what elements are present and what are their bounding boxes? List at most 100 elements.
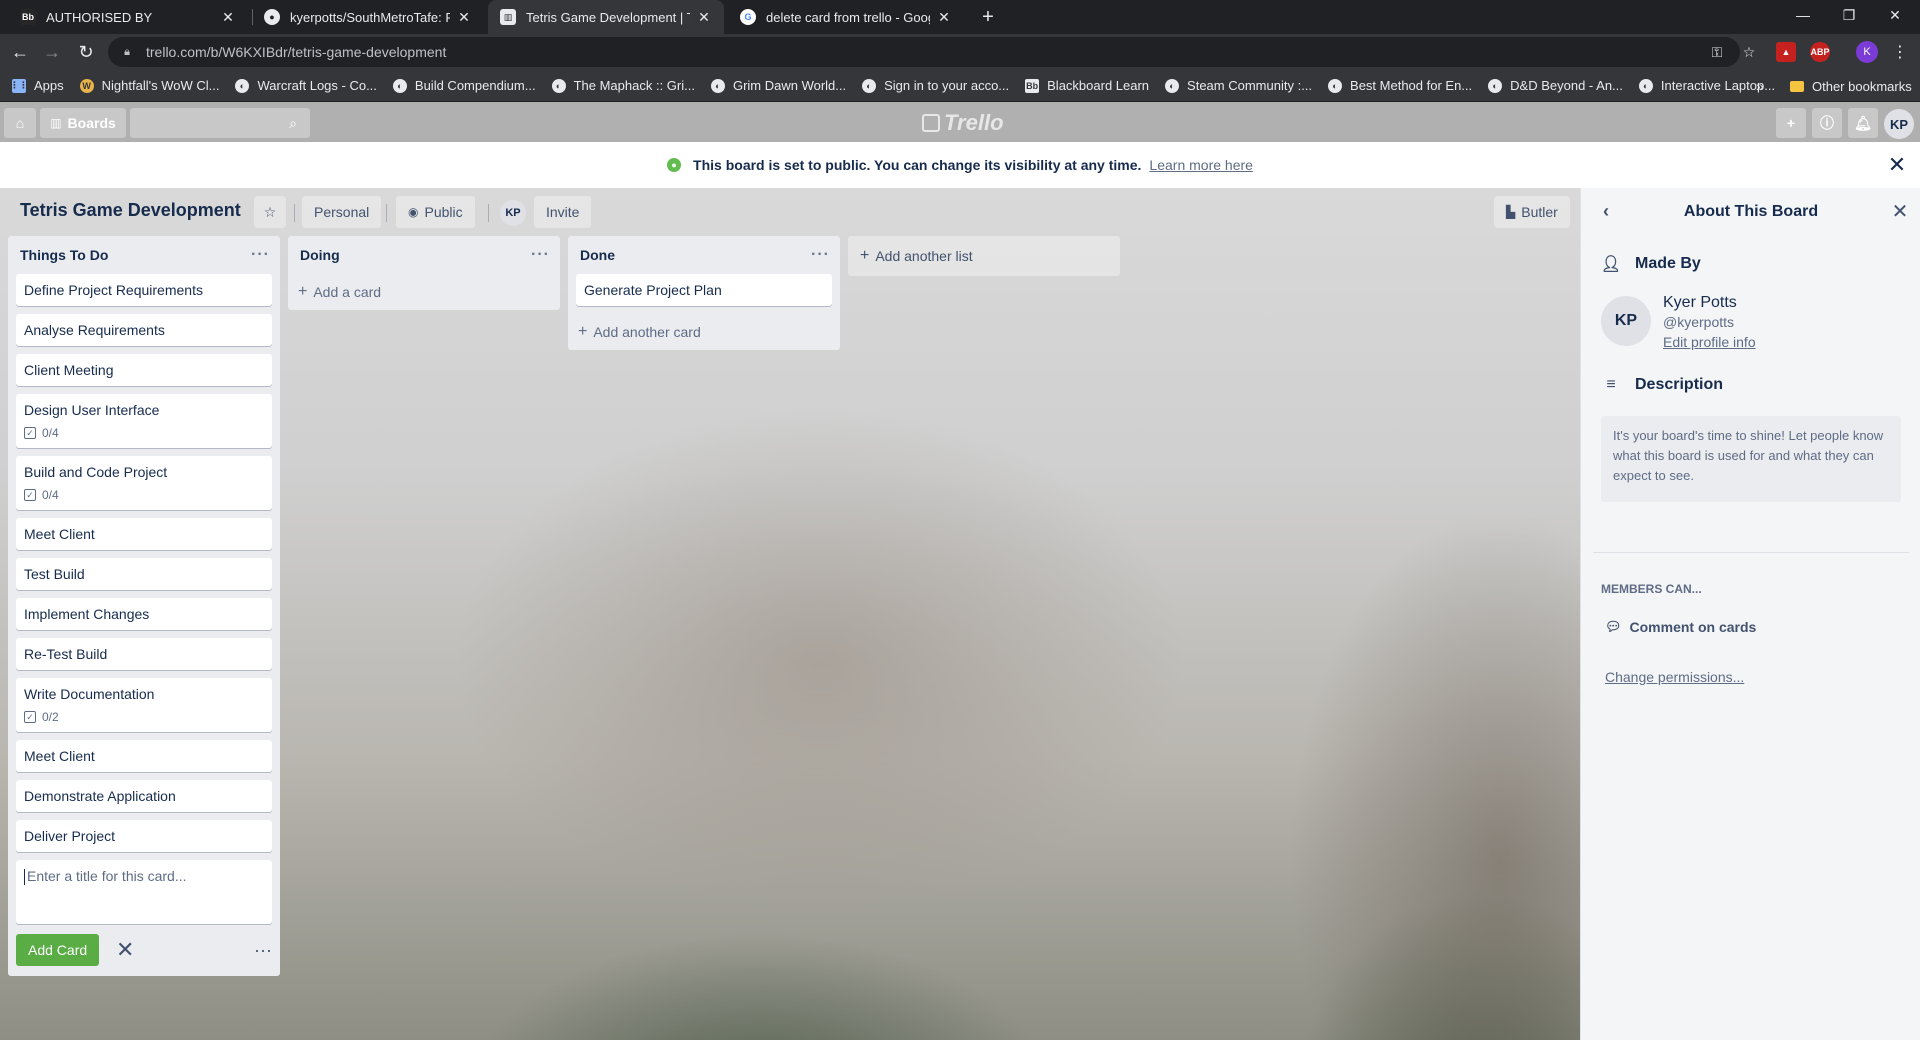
board-title[interactable]: Tetris Game Development bbox=[20, 200, 241, 221]
add-list-button[interactable]: + Add another list bbox=[848, 236, 1120, 276]
board-member-avatar[interactable]: KP bbox=[500, 200, 526, 226]
profile-avatar[interactable]: K bbox=[1856, 41, 1878, 63]
add-card-button[interactable]: Add Card bbox=[16, 934, 100, 966]
bookmark-item[interactable]: Bb Blackboard Learn bbox=[1025, 78, 1149, 93]
bookmarks-overflow-button[interactable]: » bbox=[1756, 78, 1764, 94]
butler-button[interactable]: ▙ Butler bbox=[1494, 196, 1570, 228]
composer-options-icon[interactable]: ··· bbox=[254, 940, 272, 961]
card-title: Deliver Project bbox=[24, 828, 116, 844]
new-tab-icon[interactable]: + bbox=[976, 5, 1000, 29]
pdf-extension-icon[interactable]: ▲ bbox=[1776, 42, 1796, 62]
bookmark-item[interactable]: ◐ Sign in to your acco... bbox=[862, 78, 1009, 93]
apps-grid-icon: ⋮⋮ bbox=[10, 78, 28, 93]
bookmark-favicon-icon: ◐ bbox=[1638, 78, 1653, 93]
card[interactable]: Demonstrate Application bbox=[16, 780, 272, 812]
close-tab-icon[interactable]: ✕ bbox=[936, 9, 952, 25]
card[interactable]: Define Project Requirements bbox=[16, 274, 272, 306]
learn-more-link[interactable]: Learn more here bbox=[1149, 157, 1253, 173]
close-tab-icon[interactable]: ✕ bbox=[220, 9, 236, 25]
invite-button[interactable]: Invite bbox=[534, 196, 592, 228]
star-board-icon[interactable]: ☆ bbox=[254, 196, 286, 228]
card[interactable]: Implement Changes bbox=[16, 598, 272, 630]
bookmark-label: Sign in to your acco... bbox=[884, 78, 1010, 93]
card[interactable]: Write Documentation ✓ 0/2 bbox=[16, 678, 272, 732]
address-bar[interactable]: 🔒︎ trello.com/b/W6KXIBdr/tetris-game-dev… bbox=[108, 37, 1740, 67]
bookmark-star-icon[interactable]: ☆ bbox=[1738, 42, 1760, 62]
back-chevron-icon[interactable]: ‹ bbox=[1595, 200, 1617, 222]
boards-button[interactable]: ▥ Boards bbox=[40, 108, 126, 138]
forward-arrow-icon[interactable]: → bbox=[38, 38, 66, 66]
tab-title: delete card from trello - Google bbox=[766, 9, 930, 25]
card[interactable]: Generate Project Plan bbox=[576, 274, 832, 306]
add-card-button[interactable]: + Add another card bbox=[568, 314, 840, 350]
description-box[interactable]: It's your board's time to shine! Let peo… bbox=[1601, 416, 1901, 502]
browser-tab-authorised[interactable]: Bb AUTHORISED BY ✕ bbox=[8, 0, 248, 34]
bookmark-label: Apps bbox=[34, 78, 64, 93]
browser-tab-github[interactable]: ● kyerpotts/SouthMetroTafe: Repo ✕ bbox=[252, 0, 484, 34]
edit-profile-link[interactable]: Edit profile info bbox=[1663, 334, 1756, 350]
bookmark-item[interactable]: ◐ Steam Community :... bbox=[1165, 78, 1312, 93]
other-bookmarks[interactable]: Other bookmarks bbox=[1790, 70, 1912, 102]
browser-tab-trello[interactable]: ▥ Tetris Game Development | Trello ✕ bbox=[488, 0, 724, 34]
card-title-input[interactable]: Enter a title for this card... bbox=[16, 860, 272, 924]
bookmark-item[interactable]: ◐ Best Method for En... bbox=[1328, 78, 1472, 93]
card[interactable]: Client Meeting bbox=[16, 354, 272, 386]
bookmark-apps[interactable]: ⋮⋮ Apps bbox=[10, 78, 64, 93]
bookmark-item[interactable]: ◐ Warcraft Logs - Co... bbox=[235, 78, 377, 93]
add-card-button[interactable]: + Add a card bbox=[288, 274, 560, 310]
minimize-icon[interactable]: — bbox=[1780, 0, 1826, 30]
key-icon[interactable]: ⚿ bbox=[1706, 42, 1728, 62]
comment-permission: 💬︎ Comment on cards bbox=[1605, 619, 1756, 635]
search-input[interactable]: ⌕ bbox=[130, 108, 310, 138]
member-avatar[interactable]: KP bbox=[1884, 109, 1914, 139]
visibility-button[interactable]: ◉ Public bbox=[396, 196, 475, 228]
list-title[interactable]: Done bbox=[580, 247, 615, 263]
reload-icon[interactable]: ↻ bbox=[72, 38, 100, 66]
card[interactable]: Meet Client bbox=[16, 740, 272, 772]
create-plus-icon[interactable]: + bbox=[1776, 108, 1806, 138]
card[interactable]: Re-Test Build bbox=[16, 638, 272, 670]
back-arrow-icon[interactable]: ← bbox=[6, 38, 34, 66]
bookmark-item[interactable]: ◐ Build Compendium... bbox=[392, 78, 536, 93]
bookmark-item[interactable]: ◐ Interactive Laptop... bbox=[1638, 78, 1775, 93]
list-menu-icon[interactable]: ··· bbox=[531, 246, 550, 264]
list-title[interactable]: Things To Do bbox=[20, 247, 108, 263]
list-menu-icon[interactable]: ··· bbox=[811, 246, 830, 264]
list-title[interactable]: Doing bbox=[300, 247, 340, 263]
bookmark-item[interactable]: ◐ Grim Dawn World... bbox=[710, 78, 846, 93]
card[interactable]: Design User Interface ✓ 0/4 bbox=[16, 394, 272, 448]
home-icon[interactable]: ⌂ bbox=[4, 108, 36, 138]
bookmark-item[interactable]: ◐ D&D Beyond - An... bbox=[1488, 78, 1623, 93]
about-board-panel: ‹ About This Board ✕ 👤︎ Made By KP Kyer … bbox=[1580, 188, 1920, 1040]
checklist-badge: ✓ 0/4 bbox=[24, 426, 264, 440]
team-button[interactable]: Personal bbox=[302, 196, 382, 228]
bookmark-item[interactable]: ◐ The Maphack :: Gri... bbox=[551, 78, 695, 93]
close-panel-icon[interactable]: ✕ bbox=[1889, 200, 1911, 223]
card[interactable]: Build and Code Project ✓ 0/4 bbox=[16, 456, 272, 510]
close-window-icon[interactable]: ✕ bbox=[1872, 0, 1918, 30]
creator-avatar[interactable]: KP bbox=[1601, 296, 1651, 346]
browser-menu-icon[interactable]: ⋮ bbox=[1890, 42, 1910, 62]
restore-icon[interactable]: ❐ bbox=[1826, 0, 1872, 30]
close-tab-icon[interactable]: ✕ bbox=[456, 9, 472, 25]
bookmark-label: The Maphack :: Gri... bbox=[573, 78, 695, 93]
adblock-extension-icon[interactable]: ABP bbox=[1810, 42, 1830, 62]
search-icon: ⌕ bbox=[289, 114, 297, 131]
notifications-bell-icon[interactable]: 🔔︎ bbox=[1848, 108, 1878, 138]
list-menu-icon[interactable]: ··· bbox=[251, 246, 270, 264]
trello-logo[interactable]: Trello bbox=[922, 110, 1004, 136]
info-icon[interactable]: ⓘ bbox=[1812, 108, 1842, 138]
bookmark-favicon-icon: ◐ bbox=[392, 78, 407, 93]
cancel-composer-icon[interactable]: ✕ bbox=[111, 936, 139, 964]
card[interactable]: Deliver Project bbox=[16, 820, 272, 852]
card[interactable]: Test Build bbox=[16, 558, 272, 590]
card[interactable]: Meet Client bbox=[16, 518, 272, 550]
change-permissions-link[interactable]: Change permissions... bbox=[1605, 669, 1744, 685]
card[interactable]: Analyse Requirements bbox=[16, 314, 272, 346]
browser-tab-google[interactable]: G delete card from trello - Google ✕ bbox=[728, 0, 964, 34]
close-banner-icon[interactable]: ✕ bbox=[1886, 152, 1908, 177]
list-header: Doing ··· bbox=[288, 236, 560, 274]
bookmark-item[interactable]: W Nightfall's WoW Cl... bbox=[79, 78, 219, 93]
bookmark-label: Warcraft Logs - Co... bbox=[257, 78, 377, 93]
close-tab-icon[interactable]: ✕ bbox=[696, 9, 712, 25]
